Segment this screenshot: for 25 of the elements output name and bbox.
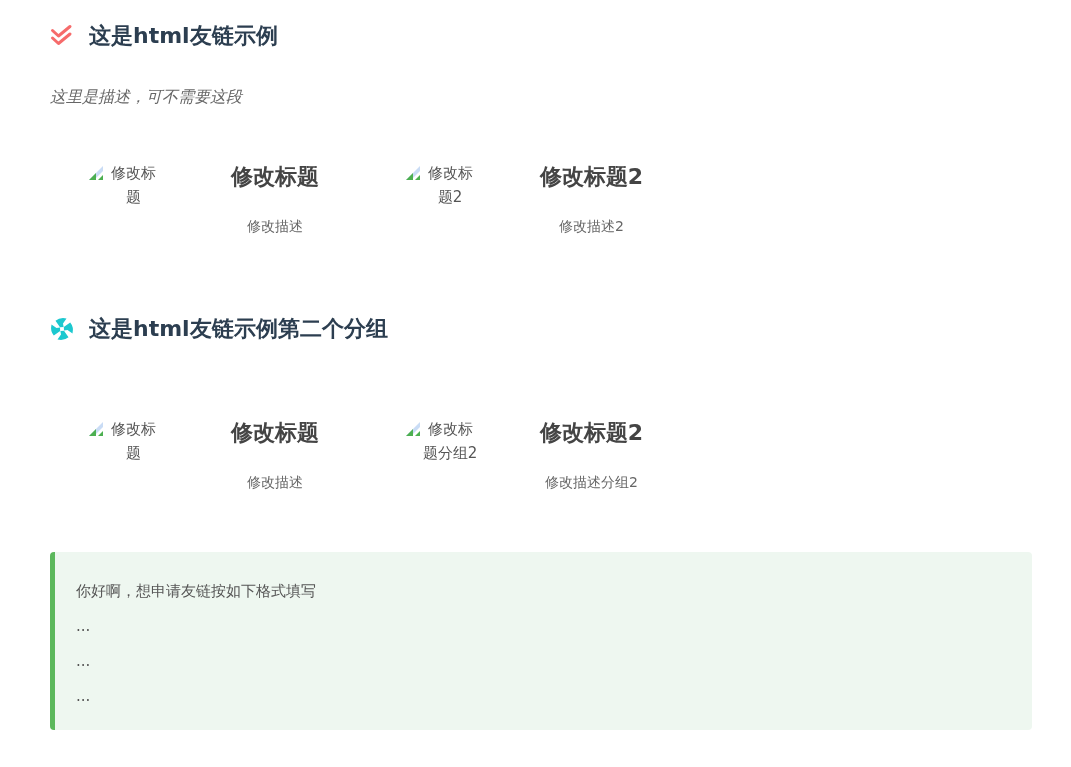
link-description: 修改描述 — [246, 217, 303, 236]
section-heading: 这是html友链示例第二个分组 — [89, 315, 388, 343]
double-check-icon — [50, 23, 74, 48]
section-description: 这里是描述，可不需要这段 — [50, 86, 244, 108]
image-alt-text: 修改标题2 — [426, 163, 474, 208]
notice-text: ... — [76, 651, 92, 672]
image-alt-text: 修改标题分组2 — [421, 419, 479, 464]
link-description: 修改描述分组2 — [545, 473, 638, 492]
link-title[interactable]: 修改标题2 — [539, 417, 644, 449]
link-description: 修改描述 — [246, 473, 303, 492]
notice-text: 你好啊，想申请友链按如下格式填写 — [76, 581, 317, 602]
notice-text: ... — [76, 616, 92, 637]
pinwheel-icon — [50, 316, 74, 341]
section-heading: 这是html友链示例 — [89, 22, 278, 50]
broken-image-icon — [88, 421, 104, 437]
link-title[interactable]: 修改标题 — [230, 417, 319, 449]
broken-image-icon — [405, 421, 421, 437]
link-description: 修改描述2 — [559, 217, 624, 236]
broken-image-icon — [405, 165, 421, 181]
link-title[interactable]: 修改标题2 — [539, 161, 644, 193]
broken-image-icon — [88, 165, 104, 181]
link-title[interactable]: 修改标题 — [230, 161, 319, 193]
image-alt-text: 修改标题 — [109, 163, 157, 208]
image-alt-text: 修改标题 — [109, 419, 157, 464]
notice-text: ... — [76, 686, 92, 707]
